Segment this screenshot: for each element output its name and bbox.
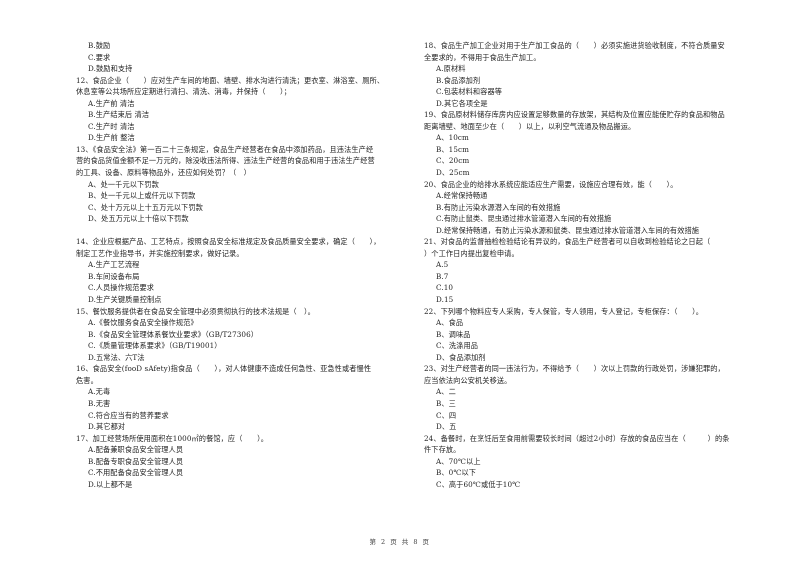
- answer-option: A.《餐饮服务食品安全操作规范》: [88, 318, 198, 328]
- answer-option: B、三: [436, 398, 456, 408]
- answer-option: D.其它各项全是: [436, 98, 488, 108]
- answer-option: D、25cm: [436, 168, 470, 178]
- question-text: ）个工作日内提出复检申请。: [424, 248, 519, 258]
- question-text: 应当依法向公安机关移送。: [424, 375, 512, 385]
- question-text: 18、食品生产加工企业对用于生产加工食品的（ ）必须实施进货验收制度，不符合质量…: [424, 41, 725, 50]
- answer-option: A.生产前 清洁: [88, 98, 135, 108]
- question-text: 件下存放。: [424, 445, 461, 455]
- question-text: 13、《食品安全法》第一百二十三条规定，食品生产经营者在食品中添加药品，且违法生…: [76, 144, 374, 154]
- answer-option: B、15cm: [436, 144, 470, 154]
- answer-option: C、四: [436, 410, 457, 420]
- answer-option: B.7: [436, 271, 449, 281]
- left-column: B.鼓励 C.要求 D.鼓励和支持 12、食品企业（ ）应对生产车间的地面、墙壁、排水…: [76, 40, 406, 490]
- answer-option: D.生产前 整洁: [88, 133, 135, 143]
- answer-option: C.人员操作规范要求: [88, 283, 155, 293]
- answer-option: D.其它都对: [88, 422, 126, 432]
- answer-option: C.生产时 清洁: [88, 121, 135, 131]
- answer-option: C.《质量管理体系要求》（GB/T19001）: [88, 341, 222, 351]
- answer-option: A.原材料: [436, 64, 466, 74]
- answer-option: D.生产关键质量控制点: [88, 295, 162, 305]
- right-column: 18、食品生产加工企业对用于生产加工食品的（ ）必须实施进货验收制度，不符合质量…: [424, 40, 774, 490]
- answer-option: B.《食品安全管理体系餐饮业要求》（GB/T27306）: [88, 329, 259, 339]
- answer-option: B.配备专职食品安全管理人员: [88, 456, 184, 466]
- answer-option: A、二: [436, 387, 456, 397]
- answer-option: B、处一千元以上或仟元以下罚款: [88, 191, 196, 201]
- answer-option: C、高于60℃或低于10℃: [436, 479, 521, 489]
- answer-option: B.生产结束后 清洁: [88, 110, 150, 120]
- question-text: 营的食品货值金额不足一万元的，除没收违法所得、违法生产经营的食品和用于违法生产经…: [76, 156, 375, 166]
- answer-option: B.无害: [88, 398, 111, 408]
- question-text: 休息室等公共场所应定期进行清扫、清洗、消毒，并保持（ ）；: [76, 87, 292, 97]
- answer-option: C、处十万元以上十五万元以下罚款: [88, 202, 203, 212]
- question-text: 21、对食品的监督抽检检验结论有异议的，食品生产经营者可以自收到检验结论之日起（: [424, 237, 711, 247]
- question-text: 20、食品企业的给排水系统应能适应生产需要，设施应合理有效，能（ ）。: [424, 179, 678, 189]
- question-text: 17、加工经营场所使用面积在1000㎡的餐馆，应（ ）。: [76, 433, 269, 443]
- answer-option: A.生产工艺流程: [88, 260, 140, 270]
- answer-option: D.鼓励和支持: [88, 64, 133, 74]
- answer-option: D.以上都不是: [88, 479, 133, 489]
- answer-option: A、10cm: [436, 133, 469, 143]
- question-text: 距离墙壁、地面至少在（ ）以上，以利空气流通及物品搬运。: [424, 121, 636, 131]
- question-text: 19、食品原材料储存库房内应设置足够数量的存放架，其结构及位置应能使贮存的食品和…: [424, 110, 725, 120]
- answer-option: C.包装材料和容器等: [436, 87, 503, 97]
- answer-option: D、处五万元以上十倍以下罚款: [88, 214, 189, 224]
- answer-option: A.经常保持畅通: [436, 191, 488, 201]
- question-text: 14、企业应根据产品、工艺特点，按照食品安全标准规定及食品质量安全要求，确定（ …: [76, 237, 381, 247]
- answer-option: A.配备兼职食品安全管理人员: [88, 445, 184, 455]
- answer-option: C.不用配备食品安全管理人员: [88, 468, 184, 478]
- question-text: 23、对生产经营者的同一违法行为，不得给予（ ）次以上罚款的行政处罚，涉嫌犯罪的…: [424, 364, 725, 374]
- question-text: 22、下列哪个物料应专人采购，专人保管，专人领用，专人登记，专柜保存：（ ）。: [424, 306, 704, 316]
- question-text: 危害。: [76, 375, 98, 385]
- question-text: 16、食品安全(fooD sAfety)指食品（ ），对人体健康不造成任何急性、…: [76, 364, 372, 374]
- question-text: 的工具、设备、原料等物品外，还应如何处罚？（ ）: [76, 168, 251, 178]
- answer-option: D.15: [436, 295, 454, 305]
- question-text: 全要求的，不得用于食品生产加工。: [424, 52, 541, 62]
- answer-option: B、0℃以下: [436, 468, 477, 478]
- answer-option: B、调味品: [436, 329, 471, 339]
- answer-option: A.无毒: [88, 387, 111, 397]
- answer-option: C、洗涤用品: [436, 341, 479, 351]
- answer-option: A、食品: [436, 318, 464, 328]
- answer-option: A、处一千元以下罚款: [88, 179, 159, 189]
- question-text: 12、食品企业（ ）应对生产车间的地面、墙壁、排水沟进行清洗；更衣室、淋浴室、厕…: [76, 75, 385, 85]
- answer-option: A、70℃以上: [436, 456, 481, 466]
- answer-option: D.经常保持畅通，有防止污染水源和鼠类、昆虫通过排水管道潜入车间的有效措施: [436, 225, 700, 235]
- answer-option: D、食品添加剂: [436, 352, 486, 362]
- answer-option: D、五: [436, 422, 457, 432]
- answer-option: B.食品添加剂: [436, 75, 481, 85]
- answer-option: B.有防止污染水源潜入车间的有效措施: [436, 202, 561, 212]
- question-text: 24、备餐时，在烹饪后至食用前需要较长时间（超过2小时）存放的食品应当在（ ）的…: [424, 433, 730, 443]
- answer-option: C.10: [436, 283, 454, 293]
- page-footer: 第 2 页 共 8 页: [369, 538, 431, 546]
- answer-option: D.五常法、六T法: [88, 352, 145, 362]
- answer-option: B.车间设备布局: [88, 271, 140, 281]
- answer-option: B.鼓励: [88, 41, 111, 50]
- answer-option: C.有防止鼠类、昆虫通过排水管道潜入车间的有效措施: [436, 214, 612, 224]
- answer-option: A.5: [436, 260, 449, 270]
- answer-option: C.要求: [88, 52, 111, 62]
- question-text: 制定工艺作业指导书，并实施控制要求，做好记录。: [76, 248, 244, 258]
- question-text: 15、餐饮服务提供者在食品安全管理中必须贯彻执行的技术法规是（ ）。: [76, 306, 315, 316]
- answer-option: C、20cm: [436, 156, 470, 166]
- answer-option: C.符合应当有的营养要求: [88, 410, 169, 420]
